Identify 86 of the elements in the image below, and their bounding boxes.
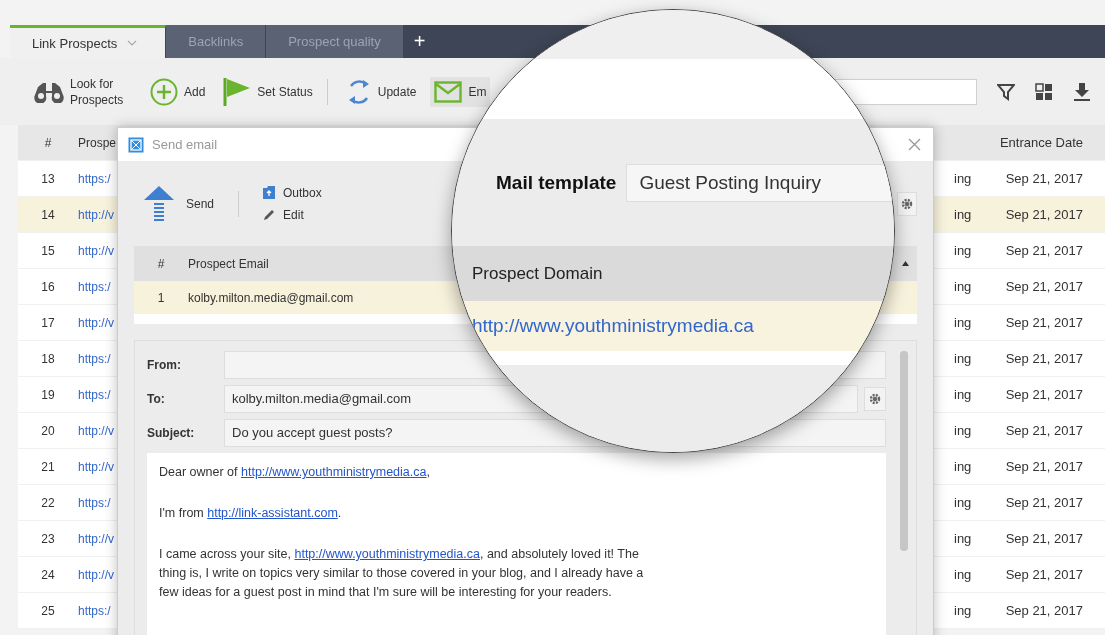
sort-arrow-icon[interactable] — [902, 261, 909, 266]
filter-icon[interactable] — [997, 82, 1015, 101]
binoculars-icon — [34, 80, 64, 103]
date-cell-text: Sep 21, 2017 — [1004, 315, 1084, 330]
email-cell: kolby.milton.media@gmail.com — [188, 290, 354, 305]
dialog-title: Send email — [152, 137, 218, 152]
status-cell-text: ing — [953, 171, 973, 186]
row-number: 16 — [40, 279, 56, 294]
close-icon[interactable] — [908, 138, 921, 151]
date-cell-text: Sep 21, 2017 — [1004, 351, 1084, 366]
row-number: 24 — [40, 567, 56, 582]
row-number: 18 — [40, 351, 56, 366]
date-cell-text: Sep 21, 2017 — [1004, 207, 1084, 222]
tab[interactable]: Link Prospects — [10, 25, 167, 58]
date-cell-text: Sep 21, 2017 — [1004, 171, 1084, 186]
column-header[interactable]: Prospect Domain — [472, 263, 603, 284]
date-cell-text: Sep 21, 2017 — [1004, 459, 1084, 474]
toolbar-button[interactable]: Em — [430, 76, 491, 107]
status-cell-text: ing — [953, 459, 973, 474]
status-cell-text: ing — [953, 243, 973, 258]
row-number: 19 — [40, 387, 56, 402]
date-cell-text: Sep 21, 2017 — [1004, 387, 1084, 402]
row-number: 13 — [40, 171, 56, 186]
send-button[interactable]: Send — [144, 185, 215, 222]
toolbar-button[interactable]: Add — [146, 73, 210, 110]
date-cell-text: Sep 21, 2017 — [1004, 243, 1084, 258]
message-paragraph: I'm from http://link-assistant.com. — [159, 505, 343, 522]
row-number: 1 — [156, 290, 166, 305]
link[interactable]: http://link-assistant.com — [207, 506, 338, 520]
row-number: 20 — [40, 423, 56, 438]
plus-circle-icon — [150, 77, 178, 106]
field-label: From: — [147, 358, 182, 372]
settings-icon — [869, 393, 881, 405]
column-header[interactable]: # — [141, 256, 181, 271]
row-number: 17 — [40, 315, 56, 330]
settings-button[interactable] — [897, 191, 917, 216]
status-cell-text: ing — [953, 207, 973, 222]
grid-view-icon[interactable] — [1035, 82, 1053, 101]
status-cell-text: ing — [953, 495, 973, 510]
status-cell-text: ing — [953, 351, 973, 366]
row-number: 21 — [40, 459, 56, 474]
status-cell-text: ing — [953, 567, 973, 582]
outbox-button[interactable]: Outbox — [263, 185, 322, 200]
column-header[interactable]: Prospect Email — [188, 256, 269, 271]
message-paragraph: I came across your site, http://www.youthministrymedia.ca, and absolutely loved it! The thing is, I write on topics very similar to those covered in your blog, and I already have a few ideas for a guest post in mind that I'm sure will be interesting for your readers. — [159, 546, 644, 601]
row-number: 25 — [40, 603, 56, 618]
field-label: To: — [147, 392, 166, 406]
row-number: 22 — [40, 495, 56, 510]
date-cell-text: Sep 21, 2017 — [1004, 531, 1084, 546]
toolbar-button[interactable]: Update — [341, 73, 421, 110]
message-paragraph: Dear owner of http://www.youthministrymedia.ca, — [159, 464, 431, 481]
template-label: Mail template — [496, 171, 617, 194]
status-cell-text: ing — [953, 279, 973, 294]
date-cell-text: Sep 21, 2017 — [1004, 423, 1084, 438]
date-cell-text: Sep 21, 2017 — [1004, 495, 1084, 510]
add-tab-button[interactable]: + — [403, 30, 436, 53]
row-number: 14 — [40, 207, 56, 222]
status-cell-text: ing — [953, 315, 973, 330]
domain-link[interactable]: http://www.youthministrymedia.ca — [472, 315, 754, 337]
date-cell-text: Sep 21, 2017 — [1004, 279, 1084, 294]
flag-icon — [223, 76, 252, 107]
settings-button[interactable] — [864, 387, 886, 411]
upload-arrow-icon — [144, 185, 174, 222]
field-label: Subject: — [147, 426, 196, 440]
date-cell-text: Sep 21, 2017 — [1004, 603, 1084, 618]
folder-icon — [263, 186, 276, 199]
status-cell-text: ing — [953, 387, 973, 402]
scrollbar-thumb[interactable] — [900, 351, 908, 551]
status-cell-text: ing — [953, 423, 973, 438]
pencil-icon — [263, 208, 276, 221]
date-cell-text: Sep 21, 2017 — [1004, 567, 1084, 582]
link[interactable]: http://www.youthministrymedia.ca — [294, 547, 480, 561]
row-number: 23 — [40, 531, 56, 546]
status-cell-text: ing — [953, 531, 973, 546]
row-number: 15 — [40, 243, 56, 258]
status-cell-text: ing — [953, 603, 973, 618]
toolbar-button[interactable]: Look for Prospects — [30, 71, 136, 112]
envelope-icon — [434, 80, 463, 103]
column-header[interactable]: # — [18, 135, 78, 150]
toolbar-button[interactable]: Set Status — [219, 72, 317, 111]
download-icon[interactable] — [1073, 81, 1091, 102]
column-header[interactable]: Entrance Date — [973, 135, 1093, 150]
settings-icon — [901, 197, 913, 210]
template-field[interactable]: Guest Posting Inquiry — [626, 163, 893, 202]
window-icon — [128, 136, 144, 153]
edit-button[interactable]: Edit — [263, 207, 322, 222]
